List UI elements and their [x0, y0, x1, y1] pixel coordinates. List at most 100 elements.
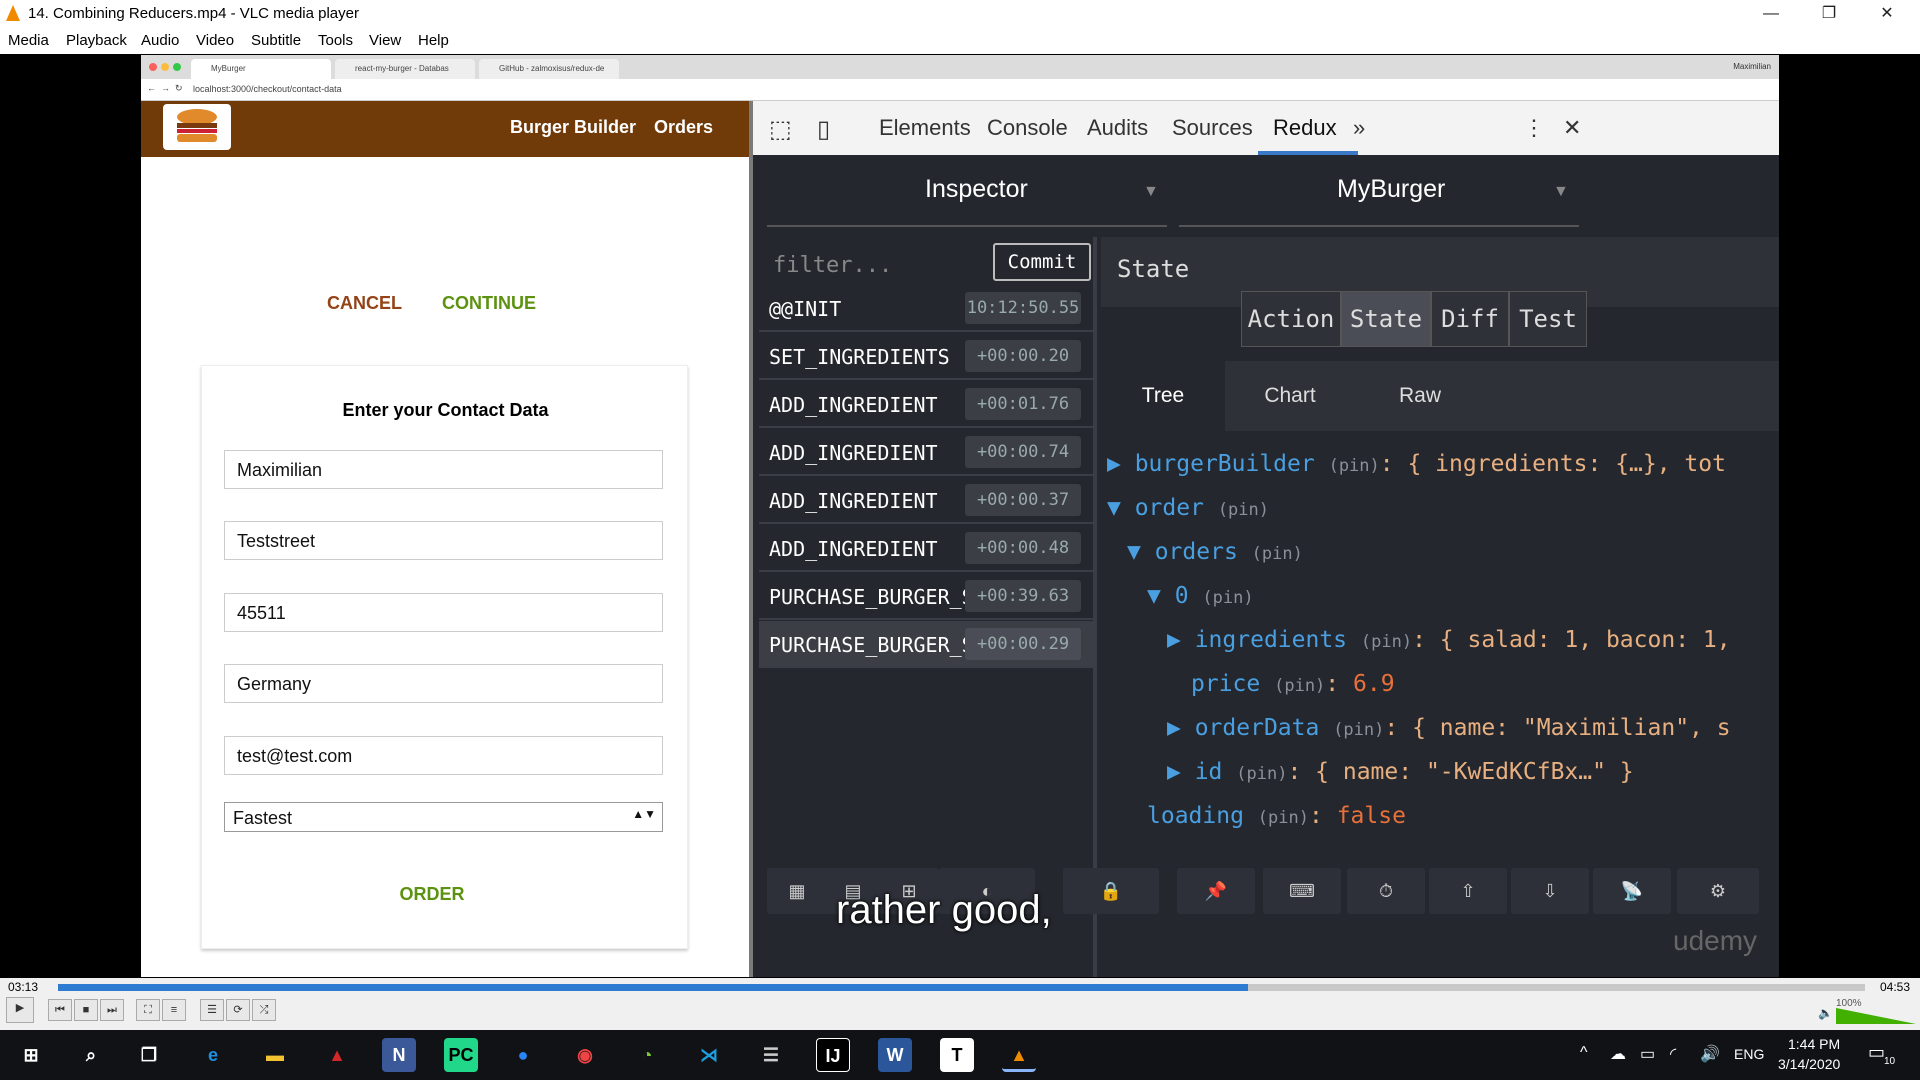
minimize-button[interactable]: — — [1742, 0, 1800, 28]
word-icon[interactable]: W — [878, 1038, 912, 1072]
menu-subtitle[interactable]: Subtitle — [251, 32, 301, 49]
keyboard-icon[interactable]: ⌨ — [1263, 868, 1341, 914]
browser-tab-firebase[interactable]: react-my-burger - Databas — [335, 59, 475, 79]
instance-dropdown-icon[interactable]: ▼ — [1553, 183, 1569, 201]
pin-label[interactable]: (pin) — [1258, 808, 1309, 828]
close-devtools-icon[interactable]: ✕ — [1563, 115, 1581, 141]
intellij-icon[interactable]: IJ — [816, 1038, 850, 1072]
menu-audio[interactable]: Audio — [141, 32, 179, 49]
pin-label[interactable]: (pin) — [1236, 764, 1287, 784]
browser-profile[interactable]: Maximilian — [1733, 62, 1771, 71]
language-indicator[interactable]: ENG — [1734, 1046, 1764, 1062]
menu-playback[interactable]: Playback — [66, 32, 127, 49]
inspect-element-icon[interactable]: ⬚ — [769, 115, 792, 144]
mode-diff[interactable]: Diff — [1431, 291, 1509, 347]
back-icon[interactable]: ← — [147, 83, 156, 93]
typora-icon[interactable]: T — [940, 1038, 974, 1072]
speaker-icon[interactable]: 🔈 — [1818, 1006, 1833, 1020]
action-row-selected[interactable]: PURCHASE_BURGER_S... +00:00.29 — [759, 621, 1095, 668]
wifi-icon[interactable]: ◜ — [1670, 1044, 1676, 1064]
tab-audits[interactable]: Audits — [1087, 115, 1148, 141]
menu-video[interactable]: Video — [196, 32, 234, 49]
playlist-button[interactable]: ☰ — [200, 999, 224, 1021]
menu-media[interactable]: Media — [8, 32, 49, 49]
name-input[interactable]: Maximilian — [224, 450, 663, 489]
nav-orders[interactable]: Orders — [654, 117, 713, 138]
notification-icon[interactable]: ▭ — [1868, 1042, 1885, 1063]
action-row[interactable]: ADD_INGREDIENT +00:00.37 — [759, 477, 1095, 524]
mode-state[interactable]: State — [1341, 291, 1431, 347]
cancel-button[interactable]: CANCEL — [327, 293, 402, 314]
clock-time[interactable]: 1:44 PM — [1788, 1036, 1840, 1052]
country-input[interactable]: Germany — [224, 664, 663, 703]
volume-slider[interactable] — [1836, 1008, 1916, 1024]
pin-label[interactable]: (pin) — [1333, 720, 1384, 740]
pin-label[interactable]: (pin) — [1329, 456, 1380, 476]
device-toolbar-icon[interactable]: ▯ — [817, 115, 830, 144]
burger-logo[interactable] — [163, 104, 231, 150]
url-field[interactable]: localhost:3000/checkout/contact-data — [193, 84, 342, 94]
close-button[interactable]: ✕ — [1858, 0, 1916, 28]
tab-console[interactable]: Console — [987, 115, 1068, 141]
instance-selector[interactable]: MyBurger — [1337, 175, 1445, 204]
restore-button[interactable]: ❐ — [1800, 0, 1858, 28]
file-explorer-icon[interactable]: ▬ — [258, 1038, 292, 1072]
mode-test[interactable]: Test — [1509, 291, 1587, 347]
email-input[interactable]: test@test.com — [224, 736, 663, 775]
import-icon[interactable]: ⇩ — [1511, 868, 1589, 914]
stop-button[interactable]: ■ — [74, 999, 98, 1021]
pin-label[interactable]: (pin) — [1218, 500, 1269, 520]
app-icon[interactable]: ☰ — [754, 1038, 788, 1072]
mac-zoom-icon[interactable] — [173, 63, 181, 71]
mode-action[interactable]: Action — [1241, 291, 1341, 347]
browser-tab-github[interactable]: GitHub - zalmoxisus/redux-de — [479, 59, 619, 79]
action-row[interactable]: PURCHASE_BURGER_S... +00:39.63 — [759, 573, 1095, 620]
chrome-icon[interactable]: ◉ — [568, 1038, 602, 1072]
extended-settings-button[interactable]: ≡ — [162, 999, 186, 1021]
tree-price[interactable]: price (pin): 6.9 — [1191, 671, 1395, 697]
shuffle-button[interactable]: ⤮ — [252, 999, 276, 1021]
tree-id[interactable]: ▶ id (pin): { name: "-KwEdKCfBx…" } — [1167, 759, 1634, 785]
app-icon[interactable]: ◔ — [630, 1038, 664, 1072]
remote-icon[interactable]: 📡 — [1593, 868, 1671, 914]
browser-tab-myburger[interactable]: MyBurger — [191, 59, 331, 79]
action-row[interactable]: ADD_INGREDIENT +00:01.76 — [759, 381, 1095, 428]
commit-button[interactable]: Commit — [993, 243, 1091, 281]
street-input[interactable]: Teststreet — [224, 521, 663, 560]
tree-burgerbuilder[interactable]: ▶ burgerBuilder (pin): { ingredients: {…… — [1107, 451, 1726, 477]
seek-bar-played[interactable] — [58, 984, 1248, 991]
tab-sources[interactable]: Sources — [1172, 115, 1253, 141]
onedrive-icon[interactable]: ☁ — [1610, 1044, 1626, 1064]
menu-help[interactable]: Help — [418, 32, 449, 49]
pin-label[interactable]: (pin) — [1274, 676, 1325, 696]
battery-icon[interactable]: ▭ — [1640, 1044, 1655, 1064]
fullscreen-button[interactable]: ⛶ — [136, 999, 160, 1021]
vscode-icon[interactable]: ⋊ — [692, 1038, 726, 1072]
menu-view[interactable]: View — [369, 32, 401, 49]
export-icon[interactable]: ⇧ — [1429, 868, 1507, 914]
tray-chevron-icon[interactable]: ^ — [1580, 1044, 1588, 1062]
subtab-raw[interactable]: Raw — [1355, 361, 1485, 431]
tab-redux[interactable]: Redux — [1273, 115, 1337, 141]
continue-button[interactable]: CONTINUE — [442, 293, 536, 314]
loop-button[interactable]: ⟳ — [226, 999, 250, 1021]
action-row[interactable]: @@INIT 10:12:50.55 — [759, 285, 1095, 332]
kebab-menu-icon[interactable]: ⋮ — [1523, 115, 1545, 141]
tree-orders[interactable]: ▼ orders (pin) — [1127, 539, 1303, 565]
car-app-icon[interactable]: ▲ — [320, 1038, 354, 1072]
delivery-select[interactable]: Fastest ▲▼ — [224, 802, 663, 832]
lock-icon[interactable]: 🔒 — [1063, 868, 1159, 914]
menu-tools[interactable]: Tools — [318, 32, 353, 49]
pin-label[interactable]: (pin) — [1252, 544, 1303, 564]
seek-bar-remaining[interactable] — [1248, 984, 1865, 991]
monitor-selector[interactable]: Inspector — [925, 175, 1028, 204]
tree-ingredients[interactable]: ▶ ingredients (pin): { salad: 1, bacon: … — [1167, 627, 1731, 653]
more-tabs-icon[interactable]: » — [1353, 115, 1365, 141]
clock-date[interactable]: 3/14/2020 — [1778, 1056, 1840, 1072]
action-row[interactable]: ADD_INGREDIENT +00:00.48 — [759, 525, 1095, 572]
tab-elements[interactable]: Elements — [879, 115, 971, 141]
edge-icon[interactable]: e — [196, 1038, 230, 1072]
tree-order-0[interactable]: ▼ 0 (pin) — [1147, 583, 1254, 609]
app-icon[interactable]: N — [382, 1038, 416, 1072]
volume-icon[interactable]: 🔊 — [1700, 1044, 1720, 1064]
